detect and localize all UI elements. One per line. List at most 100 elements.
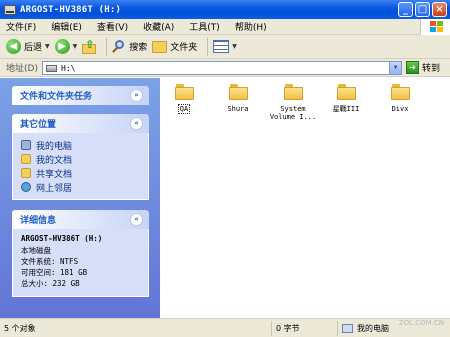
title-bar: ARGOST-HV386T (H:) _ □ × bbox=[0, 0, 450, 19]
close-button[interactable]: × bbox=[432, 2, 447, 17]
folder-icon bbox=[336, 84, 356, 100]
folder-item[interactable]: Shura bbox=[215, 84, 261, 113]
go-label: 转到 bbox=[422, 64, 441, 74]
folder-name: System Volume I... bbox=[269, 105, 317, 121]
collapse-icon[interactable]: « bbox=[130, 117, 143, 130]
folders-label: 文件夹 bbox=[170, 43, 198, 53]
drive-icon bbox=[4, 4, 16, 15]
toolbar: ◀ 后退 ▼ ▶ ▼ ⇧ 搜索 文件夹 ▼ bbox=[0, 35, 450, 59]
folder-up-icon: ⇧ bbox=[82, 38, 97, 54]
folder-icon bbox=[228, 84, 248, 100]
search-button[interactable]: 搜索 bbox=[112, 39, 148, 54]
menu-file[interactable]: 文件(F) bbox=[0, 20, 45, 33]
back-arrow-icon: ◀ bbox=[6, 39, 21, 54]
details-drive-name: ARGOST-HV386T (H:) bbox=[21, 234, 103, 243]
folders-icon bbox=[152, 40, 168, 53]
address-bar: 地址(D) H:\ ▼ ➜ 转到 bbox=[0, 59, 450, 77]
other-places-panel: 其它位置 « 我的电脑 我的文档 共享文档 网上邻居 bbox=[12, 114, 149, 200]
chevron-down-icon: ▼ bbox=[45, 43, 50, 50]
status-bar: 5 个对象 0 字节 我的电脑 ZOL.COM.CN bbox=[0, 318, 450, 337]
toolbar-divider bbox=[207, 37, 209, 56]
forward-arrow-icon: ▶ bbox=[54, 39, 70, 54]
chevron-down-icon: ▼ bbox=[232, 43, 237, 50]
network-places-icon bbox=[21, 182, 31, 192]
drive-icon bbox=[46, 64, 57, 72]
status-objects-text: 5 个对象 bbox=[4, 324, 36, 333]
folder-item[interactable]: 星戰III bbox=[323, 84, 369, 113]
place-shared-documents[interactable]: 共享文档 bbox=[21, 166, 140, 180]
folder-icon bbox=[283, 84, 303, 100]
menu-bar: 文件(F) 编辑(E) 查看(V) 收藏(A) 工具(T) 帮助(H) bbox=[0, 19, 450, 35]
menu-edit[interactable]: 编辑(E) bbox=[45, 20, 91, 33]
window-title: ARGOST-HV386T (H:) bbox=[20, 4, 122, 15]
details-total-size: 总大小: 232 GB bbox=[21, 279, 80, 288]
my-computer-icon bbox=[342, 324, 353, 333]
address-input[interactable]: H:\ ▼ bbox=[42, 61, 402, 75]
folder-item[interactable]: QA bbox=[161, 84, 207, 114]
status-object-count: 5 个对象 bbox=[0, 321, 272, 336]
menu-tools[interactable]: 工具(T) bbox=[183, 20, 229, 33]
chevron-down-icon: ▼ bbox=[72, 43, 78, 50]
place-my-documents[interactable]: 我的文档 bbox=[21, 152, 140, 166]
status-location-text: 我的电脑 bbox=[357, 324, 389, 333]
file-tasks-header[interactable]: 文件和文件夹任务 » bbox=[12, 86, 149, 105]
other-places-header[interactable]: 其它位置 « bbox=[12, 114, 149, 133]
menu-view[interactable]: 查看(V) bbox=[91, 20, 137, 33]
go-arrow-icon: ➜ bbox=[406, 61, 419, 74]
folder-item[interactable]: Divx bbox=[377, 84, 423, 113]
address-dropdown-button[interactable]: ▼ bbox=[389, 62, 401, 74]
maximize-button[interactable]: □ bbox=[415, 2, 430, 17]
folder-name: Divx bbox=[391, 105, 409, 113]
folder-item[interactable]: System Volume I... bbox=[268, 84, 318, 121]
other-places-title: 其它位置 bbox=[20, 120, 57, 130]
details-header[interactable]: 详细信息 « bbox=[12, 210, 149, 229]
search-icon bbox=[112, 39, 126, 54]
address-value: H:\ bbox=[61, 63, 76, 73]
up-button[interactable]: ⇧ bbox=[82, 38, 97, 54]
go-button[interactable]: ➜ 转到 bbox=[406, 61, 440, 74]
folder-name: 星戰III bbox=[332, 105, 360, 113]
minimize-button[interactable]: _ bbox=[398, 2, 413, 17]
folder-icon bbox=[174, 84, 194, 100]
watermark: ZOL.COM.CN bbox=[398, 319, 444, 327]
folders-button[interactable]: 文件夹 bbox=[152, 40, 197, 53]
details-free-space: 可用空间: 181 GB bbox=[21, 268, 88, 277]
windows-logo-icon bbox=[420, 19, 450, 35]
place-label: 共享文档 bbox=[36, 169, 73, 180]
my-documents-icon bbox=[21, 154, 31, 164]
my-computer-icon bbox=[21, 140, 31, 150]
back-label: 后退 bbox=[24, 43, 43, 53]
views-button[interactable]: ▼ bbox=[213, 40, 237, 53]
file-list: QA Shura System Volume I... 星戰III Divx bbox=[160, 78, 450, 318]
details-filesystem: 文件系统: NTFS bbox=[21, 257, 79, 266]
details-title: 详细信息 bbox=[20, 216, 57, 226]
file-tasks-panel: 文件和文件夹任务 » bbox=[12, 86, 149, 105]
status-size-text: 0 字节 bbox=[276, 324, 300, 333]
place-label: 我的电脑 bbox=[36, 141, 73, 152]
forward-button[interactable]: ▶ ▼ bbox=[54, 39, 78, 54]
toolbar-divider bbox=[106, 37, 108, 56]
views-icon bbox=[213, 40, 230, 53]
folder-name: QA bbox=[177, 104, 191, 114]
folder-icon bbox=[390, 84, 410, 100]
place-label: 网上邻居 bbox=[36, 183, 73, 194]
details-drive-type: 本地磁盘 bbox=[21, 246, 51, 255]
place-network[interactable]: 网上邻居 bbox=[21, 180, 140, 194]
task-pane: 文件和文件夹任务 » 其它位置 « 我的电脑 我的文档 共享文档 网上邻居 详细… bbox=[0, 78, 160, 318]
address-label: 地址(D) bbox=[6, 64, 38, 74]
shared-documents-icon bbox=[21, 168, 31, 178]
other-places-body: 我的电脑 我的文档 共享文档 网上邻居 bbox=[12, 133, 149, 200]
collapse-icon[interactable]: « bbox=[130, 213, 143, 226]
details-body: ARGOST-HV386T (H:) 本地磁盘 文件系统: NTFS 可用空间:… bbox=[12, 229, 149, 297]
status-size: 0 字节 bbox=[272, 321, 338, 336]
place-label: 我的文档 bbox=[36, 155, 73, 166]
file-tasks-title: 文件和文件夹任务 bbox=[20, 92, 93, 102]
expand-icon[interactable]: » bbox=[130, 89, 143, 102]
back-button[interactable]: ◀ 后退 ▼ bbox=[6, 39, 50, 54]
menu-favorites[interactable]: 收藏(A) bbox=[137, 20, 183, 33]
details-panel: 详细信息 « ARGOST-HV386T (H:) 本地磁盘 文件系统: NTF… bbox=[12, 210, 149, 297]
search-label: 搜索 bbox=[129, 43, 148, 53]
menu-help[interactable]: 帮助(H) bbox=[229, 20, 276, 33]
folder-name: Shura bbox=[227, 105, 249, 113]
place-my-computer[interactable]: 我的电脑 bbox=[21, 138, 140, 152]
